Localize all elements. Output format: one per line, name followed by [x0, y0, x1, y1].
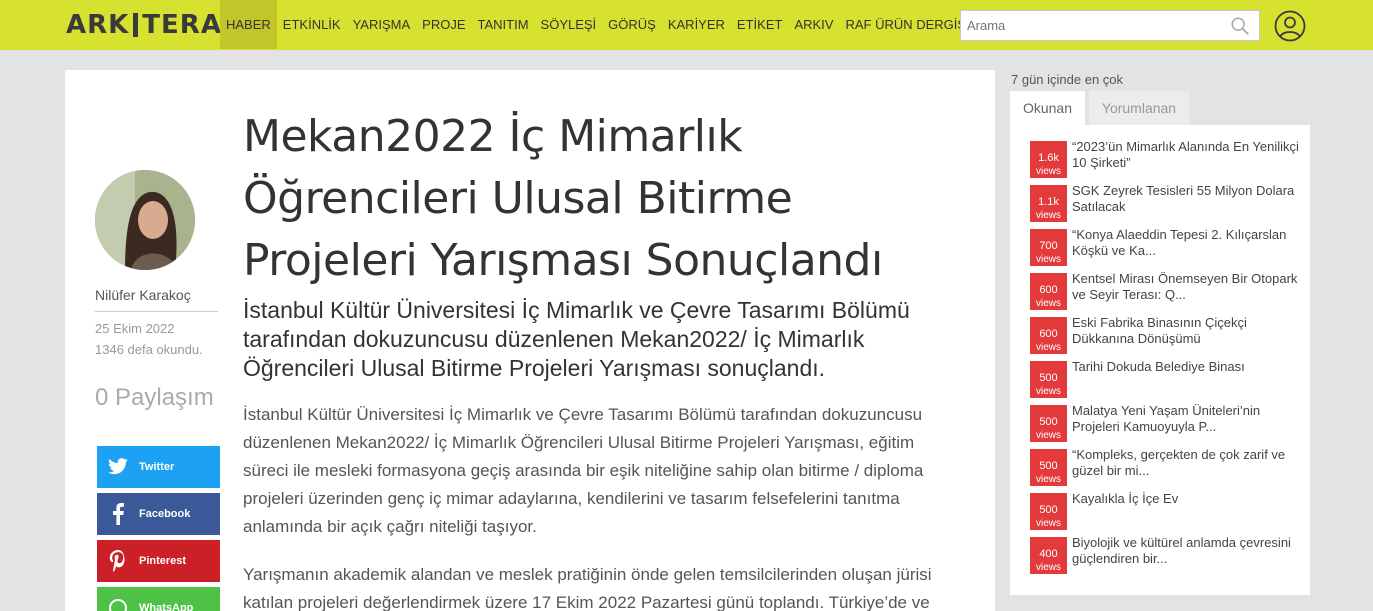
view-count-badge: 400 views: [1030, 537, 1067, 574]
publish-date: 25 Ekim 2022: [95, 321, 175, 336]
view-count-badge: 600 views: [1030, 317, 1067, 354]
twitter-icon: [97, 458, 139, 476]
whatsapp-icon: [97, 598, 139, 611]
facebook-share-label: Facebook: [139, 508, 191, 520]
share-count: 0 Paylaşım: [95, 384, 214, 411]
nav-item-arkiv[interactable]: ARKIV: [788, 0, 839, 49]
search-box: [960, 10, 1260, 41]
list-item[interactable]: 1.6k views “2023’ün Mimarlık Alanında En …: [1030, 139, 1300, 183]
view-count: 1.1k: [1038, 196, 1059, 208]
pinterest-share-label: Pinterest: [139, 555, 187, 567]
view-count: 500: [1039, 460, 1058, 472]
list-item-title[interactable]: “Kompleks, gerçekten de çok zarif ve güz…: [1072, 447, 1300, 479]
most-read-list: 1.6k views “2023’ün Mimarlık Alanında En …: [1010, 125, 1310, 595]
list-item-title[interactable]: Eski Fabrika Binasının Çiçekçi Dükkanına…: [1072, 315, 1300, 347]
nav-item-kariyer[interactable]: KARİYER: [662, 0, 731, 49]
article-title: Mekan2022 İç Mimarlık Öğrencileri Ulusal…: [243, 111, 883, 286]
views-label: views: [1035, 210, 1061, 221]
list-item-title[interactable]: Kentsel Mirası Önemseyen Bir Otopark ve …: [1072, 271, 1300, 303]
list-item[interactable]: 700 views “Konya Alaeddin Tepesi 2. Kılıç…: [1030, 227, 1300, 271]
logo-text-left: ARK: [66, 10, 130, 40]
view-count: 500: [1039, 372, 1058, 384]
tab-okunan[interactable]: Okunan: [1010, 91, 1085, 125]
list-item[interactable]: 400 views Biyolojik ve kültürel anlamda ç…: [1030, 535, 1300, 579]
article-lead: İstanbul Kültür Üniversitesi İç Mimarlık…: [243, 297, 910, 381]
nav-item-etkinlik[interactable]: ETKİNLİK: [277, 0, 347, 49]
view-count: 1.6k: [1038, 152, 1059, 164]
views-label: views: [1035, 298, 1061, 309]
nav-item-tanitim[interactable]: TANITIM: [472, 0, 535, 49]
author-photo: [95, 170, 195, 270]
view-count-badge: 500 views: [1030, 361, 1067, 398]
whatsapp-share-label: WhatsApp: [139, 602, 194, 611]
list-item[interactable]: 1.1k views SGK Zeyrek Tesisleri 55 Milyon…: [1030, 183, 1300, 227]
facebook-icon: [97, 503, 139, 525]
nav-item-soylesi[interactable]: SÖYLEŞİ: [535, 0, 603, 49]
main-nav: HABER ETKİNLİK YARIŞMA PROJE TANITIM SÖY…: [220, 0, 976, 49]
view-count: 700: [1039, 240, 1058, 252]
list-item-title[interactable]: Tarihi Dokuda Belediye Binası: [1072, 359, 1300, 375]
author-divider: [95, 311, 218, 312]
list-item[interactable]: 600 views Kentsel Mirası Önemseyen Bir Ot…: [1030, 271, 1300, 315]
view-count: 600: [1039, 284, 1058, 296]
author-name[interactable]: Nilüfer Karakoç: [95, 287, 191, 303]
author-avatar[interactable]: [95, 170, 195, 270]
view-count-badge: 500 views: [1030, 449, 1067, 486]
nav-item-haber[interactable]: HABER: [220, 0, 277, 49]
list-item[interactable]: 500 views Tarihi Dokuda Belediye Binası: [1030, 359, 1300, 403]
view-count-badge: 500 views: [1030, 493, 1067, 530]
list-item[interactable]: 500 views Malatya Yeni Yaşam Üniteleri’ni…: [1030, 403, 1300, 447]
view-count: 500: [1039, 504, 1058, 516]
user-account-icon[interactable]: [1274, 10, 1306, 42]
list-item-title[interactable]: “2023’ün Mimarlık Alanında En Yenilikçi …: [1072, 139, 1300, 171]
article-paragraph: Yarışmanın akademik alandan ve meslek pr…: [243, 565, 932, 611]
list-item-title[interactable]: “Konya Alaeddin Tepesi 2. Kılıçarslan Kö…: [1072, 227, 1300, 259]
top-bar: ARK TERA HABER ETKİNLİK YARIŞMA PROJE TA…: [0, 0, 1373, 50]
pinterest-share-button[interactable]: Pinterest: [97, 540, 220, 582]
list-item[interactable]: 500 views Kayalıkla İç İçe Ev: [1030, 491, 1300, 535]
list-item-title[interactable]: Kayalıkla İç İçe Ev: [1072, 491, 1300, 507]
read-count: 1346 defa okundu.: [95, 342, 203, 357]
view-count-badge: 600 views: [1030, 273, 1067, 310]
search-input[interactable]: [961, 11, 1221, 40]
view-count: 500: [1039, 416, 1058, 428]
views-label: views: [1035, 166, 1061, 177]
list-item-title[interactable]: Biyolojik ve kültürel anlamda çevresini …: [1072, 535, 1300, 567]
logo-bar: [133, 13, 139, 37]
list-item-title[interactable]: Malatya Yeni Yaşam Üniteleri’nin Projele…: [1072, 403, 1300, 435]
sidebar-heading: 7 gün içinde en çok: [1011, 72, 1124, 87]
nav-item-raf-urun-dergisi[interactable]: RAF ÜRÜN DERGİSİ: [839, 0, 975, 49]
list-item[interactable]: 600 views Eski Fabrika Binasının Çiçekçi …: [1030, 315, 1300, 359]
views-label: views: [1035, 562, 1061, 573]
list-item-title[interactable]: SGK Zeyrek Tesisleri 55 Milyon Dolara Sa…: [1072, 183, 1300, 215]
logo-text-right: TERA: [142, 10, 222, 40]
whatsapp-share-button[interactable]: WhatsApp: [97, 587, 220, 611]
views-label: views: [1035, 342, 1061, 353]
article-card: Nilüfer Karakoç 25 Ekim 2022 1346 defa o…: [65, 70, 995, 611]
site-logo[interactable]: ARK TERA: [66, 10, 222, 40]
view-count-badge: 1.1k views: [1030, 185, 1067, 222]
article-paragraph: İstanbul Kültür Üniversitesi İç Mimarlık…: [243, 405, 924, 536]
view-count-badge: 1.6k views: [1030, 141, 1067, 178]
views-label: views: [1035, 430, 1061, 441]
views-label: views: [1035, 474, 1061, 485]
views-label: views: [1035, 386, 1061, 397]
nav-item-yarisma[interactable]: YARIŞMA: [347, 0, 417, 49]
views-label: views: [1035, 518, 1061, 529]
tab-yorumlanan[interactable]: Yorumlanan: [1089, 91, 1189, 125]
search-icon[interactable]: [1229, 15, 1251, 37]
pinterest-icon: [97, 550, 139, 572]
nav-item-proje[interactable]: PROJE: [416, 0, 471, 49]
view-count-badge: 500 views: [1030, 405, 1067, 442]
view-count-badge: 700 views: [1030, 229, 1067, 266]
nav-item-gorus[interactable]: GÖRÜŞ: [602, 0, 662, 49]
view-count: 400: [1039, 548, 1058, 560]
views-label: views: [1035, 254, 1061, 265]
list-item[interactable]: 500 views “Kompleks, gerçekten de çok zar…: [1030, 447, 1300, 491]
nav-item-etiket[interactable]: ETİKET: [731, 0, 789, 49]
facebook-share-button[interactable]: Facebook: [97, 493, 220, 535]
twitter-share-button[interactable]: Twitter: [97, 446, 220, 488]
view-count: 600: [1039, 328, 1058, 340]
twitter-share-label: Twitter: [139, 461, 175, 473]
